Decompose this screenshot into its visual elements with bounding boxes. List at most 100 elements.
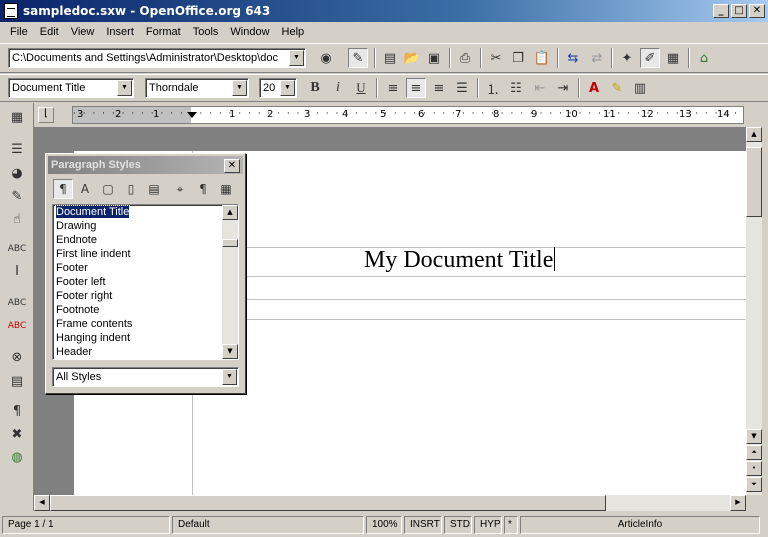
minimize-button[interactable]: _: [713, 4, 729, 18]
chevron-down-icon[interactable]: ▼: [289, 50, 304, 66]
edit-autotext-icon[interactable]: ABC: [7, 239, 27, 259]
list-item[interactable]: Drawing: [53, 219, 238, 233]
list-item[interactable]: Hanging indent: [53, 331, 238, 345]
fill-format-mode-icon[interactable]: ⌖: [170, 179, 190, 199]
align-center-icon[interactable]: ≡: [406, 78, 426, 98]
spellcheck-icon[interactable]: ABC: [7, 293, 27, 313]
nonprinting-characters-icon[interactable]: ¶: [7, 401, 27, 421]
data-sources-toggle-icon[interactable]: ▦: [663, 48, 683, 68]
menu-window[interactable]: Window: [224, 26, 275, 38]
navigator-icon[interactable]: ✦: [617, 48, 637, 68]
document-title-text[interactable]: My Document Title: [364, 247, 556, 274]
font-size-combo[interactable]: 20 ▼: [259, 78, 297, 98]
update-style-icon[interactable]: ▦: [216, 179, 236, 199]
menu-format[interactable]: Format: [140, 26, 187, 38]
stop-loading-icon[interactable]: ◉: [316, 48, 336, 68]
status-zoom[interactable]: 100%: [366, 516, 402, 534]
underline-icon[interactable]: U: [351, 78, 371, 98]
stylist-icon[interactable]: ✐: [640, 48, 660, 68]
print-icon[interactable]: ⎙: [455, 48, 475, 68]
form-functions-icon[interactable]: ☝: [7, 209, 27, 229]
style-list[interactable]: Document Title Drawing Endnote First lin…: [52, 204, 239, 360]
paragraph-styles-icon[interactable]: ¶: [53, 179, 73, 199]
scroll-up-icon[interactable]: ▲: [746, 127, 762, 142]
new-style-from-selection-icon[interactable]: ¶: [193, 179, 213, 199]
vertical-scroll-thumb[interactable]: [746, 147, 762, 217]
insert-icon[interactable]: ▦: [7, 107, 27, 127]
chevron-down-icon[interactable]: ▼: [117, 80, 132, 96]
url-combo[interactable]: C:\Documents and Settings\Administrator\…: [8, 48, 306, 68]
data-sources-icon[interactable]: ▤: [7, 371, 27, 391]
scroll-down-icon[interactable]: ▼: [222, 344, 238, 359]
close-button[interactable]: ✕: [749, 4, 765, 18]
justify-icon[interactable]: ☰: [452, 78, 472, 98]
numbering-icon[interactable]: ⒈: [483, 78, 503, 98]
tab-stop-type-icon[interactable]: ⌊: [38, 107, 54, 123]
list-item[interactable]: Frame contents: [53, 317, 238, 331]
edit-file-icon[interactable]: ✎: [348, 48, 368, 68]
scroll-up-icon[interactable]: ▲: [222, 205, 238, 220]
gallery-icon[interactable]: ⌂: [694, 48, 714, 68]
online-layout-icon[interactable]: ✖: [7, 424, 27, 444]
align-right-icon[interactable]: ≡: [429, 78, 449, 98]
open-folder-icon[interactable]: 📂: [402, 48, 422, 68]
bullets-icon[interactable]: ☷: [506, 78, 526, 98]
cut-icon[interactable]: ✂: [486, 48, 506, 68]
style-filter-combo[interactable]: All Styles ▼: [52, 367, 239, 387]
list-item[interactable]: Footnote: [53, 303, 238, 317]
scroll-down-icon[interactable]: ▼: [746, 429, 762, 444]
scroll-right-icon[interactable]: ▶: [730, 495, 746, 511]
find-replace-icon[interactable]: ⊗: [7, 347, 27, 367]
list-item[interactable]: First line indent: [53, 247, 238, 261]
copy-icon[interactable]: ❐: [508, 48, 528, 68]
menu-tools[interactable]: Tools: [187, 26, 225, 38]
list-item[interactable]: Document Title: [53, 205, 238, 219]
insert-fields-icon[interactable]: ☰: [7, 139, 27, 159]
chevron-down-icon[interactable]: ▼: [222, 369, 237, 385]
previous-page-icon[interactable]: ⏶: [746, 445, 762, 460]
stylist-close-button[interactable]: ✕: [224, 159, 240, 173]
text-cursor-icon[interactable]: I: [7, 261, 27, 281]
bold-icon[interactable]: B: [305, 78, 325, 98]
highlighting-icon[interactable]: ✎: [607, 78, 627, 98]
align-left-icon[interactable]: ≡: [383, 78, 403, 98]
chevron-down-icon[interactable]: ▼: [280, 80, 295, 96]
list-item[interactable]: Footer right: [53, 289, 238, 303]
scroll-left-icon[interactable]: ◀: [34, 495, 50, 511]
paste-icon[interactable]: 📋: [532, 48, 552, 68]
font-color-icon[interactable]: A: [584, 78, 604, 98]
menu-help[interactable]: Help: [276, 26, 311, 38]
list-item[interactable]: Footer: [53, 261, 238, 275]
font-name-combo[interactable]: Thorndale ▼: [145, 78, 249, 98]
undo-icon[interactable]: ⇆: [563, 48, 583, 68]
navigator-globe-icon[interactable]: ◍: [7, 447, 27, 467]
list-item[interactable]: Footer left: [53, 275, 238, 289]
status-selection-mode[interactable]: STD: [444, 516, 472, 534]
menu-insert[interactable]: Insert: [100, 26, 140, 38]
style-list-scroll-thumb[interactable]: [222, 239, 238, 247]
paragraph-style-combo[interactable]: Document Title ▼: [8, 78, 134, 98]
horizontal-scroll-thumb[interactable]: [50, 495, 606, 511]
vertical-scrollbar[interactable]: ▲ ▼ ⏶ • ⏷: [746, 127, 762, 495]
status-page[interactable]: Page 1 / 1: [2, 516, 170, 534]
next-page-icon[interactable]: ⏷: [746, 477, 762, 492]
redo-icon[interactable]: ⇄: [587, 48, 607, 68]
autospellcheck-icon[interactable]: ABC: [7, 316, 27, 336]
list-item[interactable]: Header: [53, 345, 238, 359]
navigation-icon[interactable]: •: [746, 461, 762, 476]
horizontal-ruler[interactable]: · · · · · · · · · · · · · · · · · · · · …: [72, 106, 744, 124]
numbering-styles-icon[interactable]: ▤: [144, 179, 164, 199]
frame-styles-icon[interactable]: ▢: [98, 179, 118, 199]
menu-file[interactable]: File: [4, 26, 34, 38]
character-styles-icon[interactable]: A: [75, 179, 95, 199]
maximize-button[interactable]: □: [731, 4, 747, 18]
menu-edit[interactable]: Edit: [34, 26, 65, 38]
chevron-down-icon[interactable]: ▼: [232, 80, 247, 96]
page-styles-icon[interactable]: ▯: [121, 179, 141, 199]
save-icon[interactable]: ▣: [424, 48, 444, 68]
new-document-icon[interactable]: ▤: [380, 48, 400, 68]
decrease-indent-icon[interactable]: ⇤: [530, 78, 550, 98]
insert-objects-icon[interactable]: ◕: [7, 163, 27, 183]
horizontal-scrollbar[interactable]: ◀ ▶: [34, 495, 746, 511]
indent-marker-icon[interactable]: [187, 112, 197, 118]
